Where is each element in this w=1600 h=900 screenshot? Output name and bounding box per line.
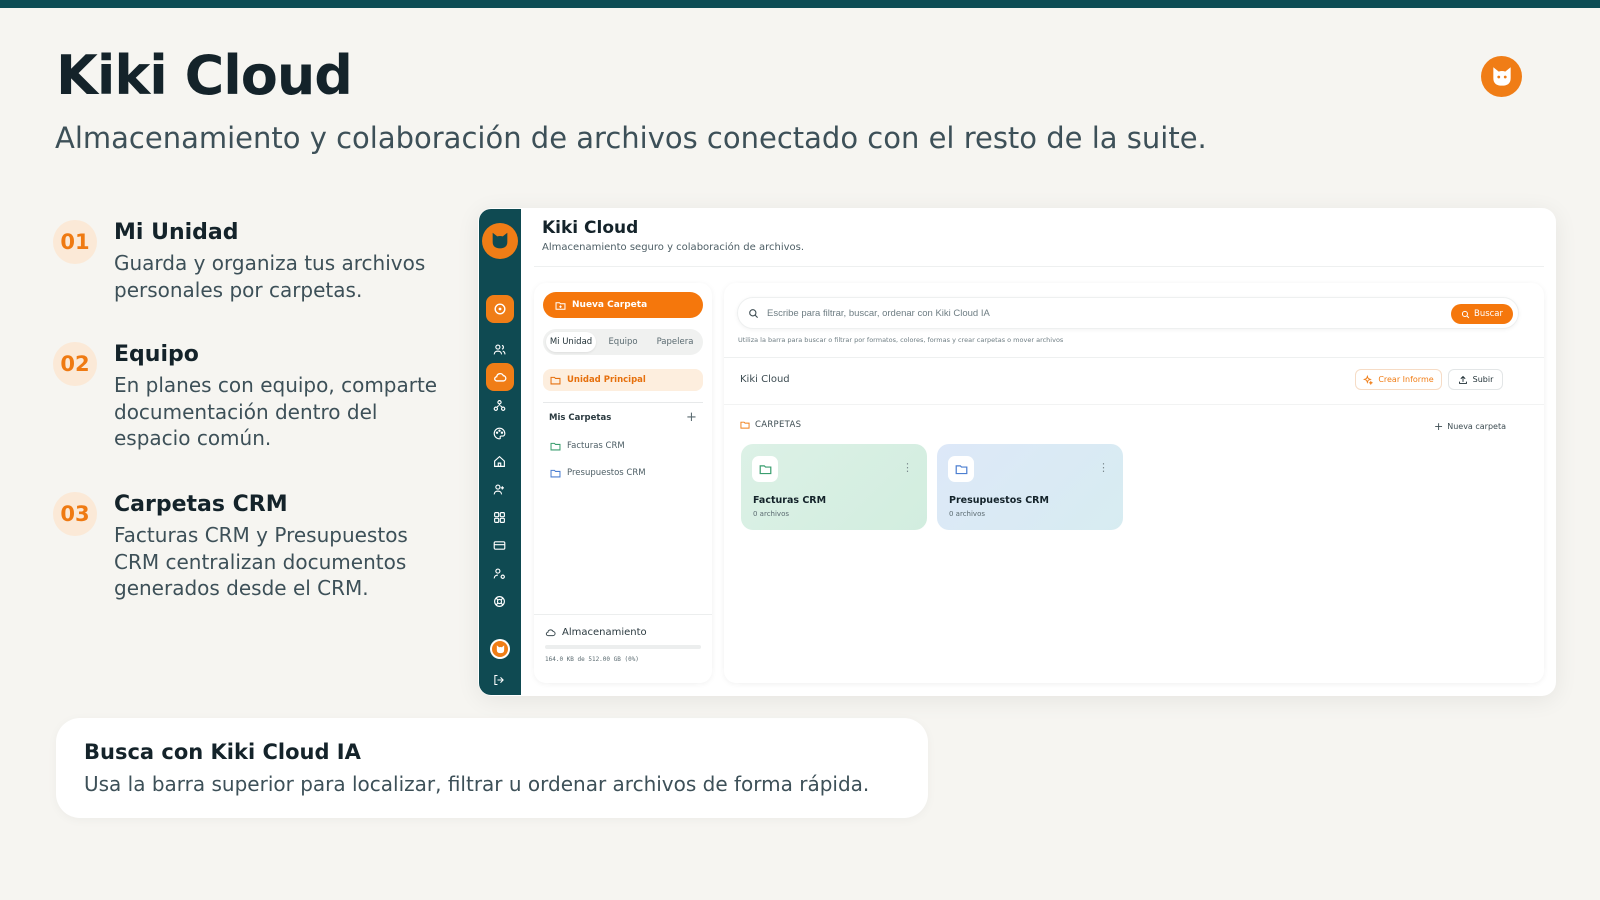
search-hint: Utiliza la barra para buscar o filtrar p…	[738, 336, 1064, 344]
panel-divider	[534, 614, 712, 615]
tab-equipo[interactable]: Equipo	[598, 332, 648, 352]
folder-icon	[550, 469, 561, 477]
folders-section-label: CARPETAS	[755, 420, 802, 430]
palette-icon[interactable]	[490, 424, 508, 442]
folder-icon	[550, 442, 561, 450]
files-panel: Buscar Utiliza la barra para buscar o fi…	[724, 283, 1544, 683]
plus-icon: +	[1434, 420, 1444, 433]
search-input[interactable]	[767, 307, 1427, 319]
panel-divider	[543, 402, 703, 403]
create-report-button[interactable]: Crear Informe	[1355, 369, 1442, 390]
folder-icon	[948, 456, 974, 482]
feature-description: Guarda y organiza tus archivos personale…	[114, 251, 426, 302]
tab-papelera[interactable]: Papelera	[650, 332, 700, 352]
upload-icon	[1458, 375, 1467, 384]
folder-plus-icon	[555, 301, 566, 310]
folder-icon	[740, 421, 750, 429]
search-icon	[1461, 310, 1470, 318]
team-icon[interactable]	[490, 480, 508, 498]
feature-title: Equipo	[114, 342, 199, 367]
header-divider	[534, 266, 1544, 267]
callout-title: Busca con Kiki Cloud IA	[84, 740, 361, 764]
new-folder-link-label: Nueva carpeta	[1447, 422, 1507, 431]
search-button[interactable]: Buscar	[1451, 304, 1513, 324]
add-folder-icon[interactable]: +	[686, 410, 697, 425]
top-accent-bar	[0, 0, 1600, 8]
ai-search-bar: Buscar	[737, 297, 1519, 329]
callout-text: Usa la barra superior para localizar, fi…	[84, 772, 870, 796]
feature-title: Mi Unidad	[114, 220, 239, 245]
search-icon	[749, 308, 759, 318]
feature-number: 01	[53, 220, 97, 264]
breadcrumb[interactable]: Kiki Cloud	[740, 374, 790, 385]
folder-card-title: Presupuestos CRM	[949, 495, 1049, 506]
folder-card[interactable]: ⋮ Presupuestos CRM 0 archivos	[937, 444, 1123, 530]
cloud-icon	[545, 629, 556, 637]
storage-progress-bar	[545, 645, 701, 649]
main-unit-label: Unidad Principal	[567, 375, 646, 385]
my-folders-heading: Mis Carpetas	[549, 413, 612, 423]
slide-title: Kiki Cloud	[56, 44, 353, 107]
upload-label: Subir	[1472, 375, 1494, 384]
slide-subtitle: Almacenamiento y colaboración de archivo…	[55, 121, 1207, 155]
search-button-label: Buscar	[1473, 309, 1504, 319]
user-settings-icon[interactable]	[490, 564, 508, 582]
dashboard-icon[interactable]	[486, 295, 514, 323]
new-folder-link[interactable]: + Nueva carpeta	[1434, 420, 1506, 433]
ai-search-callout: Busca con Kiki Cloud IA Usa la barra sup…	[56, 718, 928, 818]
home-icon[interactable]	[490, 452, 508, 470]
folder-card-count: 0 archivos	[753, 510, 789, 518]
upload-button[interactable]: Subir	[1448, 369, 1503, 390]
unit-tabs: Mi Unidad Equipo Papelera	[543, 329, 703, 355]
panel-divider	[724, 404, 1544, 405]
cat-logo-icon	[1481, 56, 1522, 97]
main-unit-item[interactable]: Unidad Principal	[543, 369, 703, 391]
folders-panel: Nueva Carpeta Mi Unidad Equipo Papelera …	[534, 283, 712, 683]
feature-description: Facturas CRM y Presupuestos CRM centrali…	[114, 523, 408, 600]
cloud-icon[interactable]	[486, 363, 514, 391]
panel-divider	[724, 357, 1544, 358]
folder-card-title: Facturas CRM	[753, 495, 827, 506]
support-icon[interactable]	[490, 592, 508, 610]
new-folder-label: Nueva Carpeta	[572, 300, 648, 310]
feature-number: 03	[53, 492, 97, 536]
more-options-icon[interactable]: ⋮	[902, 462, 913, 473]
storage-title: Almacenamiento	[562, 627, 647, 638]
new-folder-button[interactable]: Nueva Carpeta	[543, 292, 703, 318]
app-title: Kiki Cloud	[542, 218, 639, 238]
folder-list-label: Facturas CRM	[567, 441, 625, 451]
feature-number: 02	[53, 342, 97, 386]
tab-mi-unidad[interactable]: Mi Unidad	[546, 332, 596, 352]
folder-list-label: Presupuestos CRM	[567, 468, 646, 478]
create-report-label: Crear Informe	[1378, 375, 1434, 384]
app-window: Kiki Cloud Almacenamiento seguro y colab…	[478, 208, 1556, 696]
more-options-icon[interactable]: ⋮	[1098, 462, 1109, 473]
cat-logo-icon[interactable]	[482, 223, 518, 259]
folder-card-count: 0 archivos	[949, 510, 985, 518]
folder-icon	[752, 456, 778, 482]
avatar[interactable]	[490, 639, 510, 659]
folder-list-item[interactable]: Presupuestos CRM	[550, 466, 646, 480]
folder-list-item[interactable]: Facturas CRM	[550, 439, 625, 453]
folder-card[interactable]: ⋮ Facturas CRM 0 archivos	[741, 444, 927, 530]
app-subtitle: Almacenamiento seguro y colaboración de …	[542, 242, 805, 253]
storage-usage-text: 164.0 KB de 512.00 GB (0%)	[545, 656, 639, 663]
sparkle-icon	[1363, 374, 1374, 385]
folders-section-heading: CARPETAS	[740, 420, 801, 430]
folder-icon	[550, 376, 561, 384]
apps-icon[interactable]	[490, 508, 508, 526]
card-icon[interactable]	[490, 536, 508, 554]
logout-icon[interactable]	[490, 671, 508, 689]
contacts-icon[interactable]	[490, 340, 508, 358]
feature-title: Carpetas CRM	[114, 492, 288, 517]
app-sidebar	[479, 209, 521, 695]
org-chart-icon[interactable]	[490, 396, 508, 414]
feature-description: En planes con equipo, comparte documenta…	[114, 373, 438, 450]
storage-label: Almacenamiento	[545, 627, 647, 638]
